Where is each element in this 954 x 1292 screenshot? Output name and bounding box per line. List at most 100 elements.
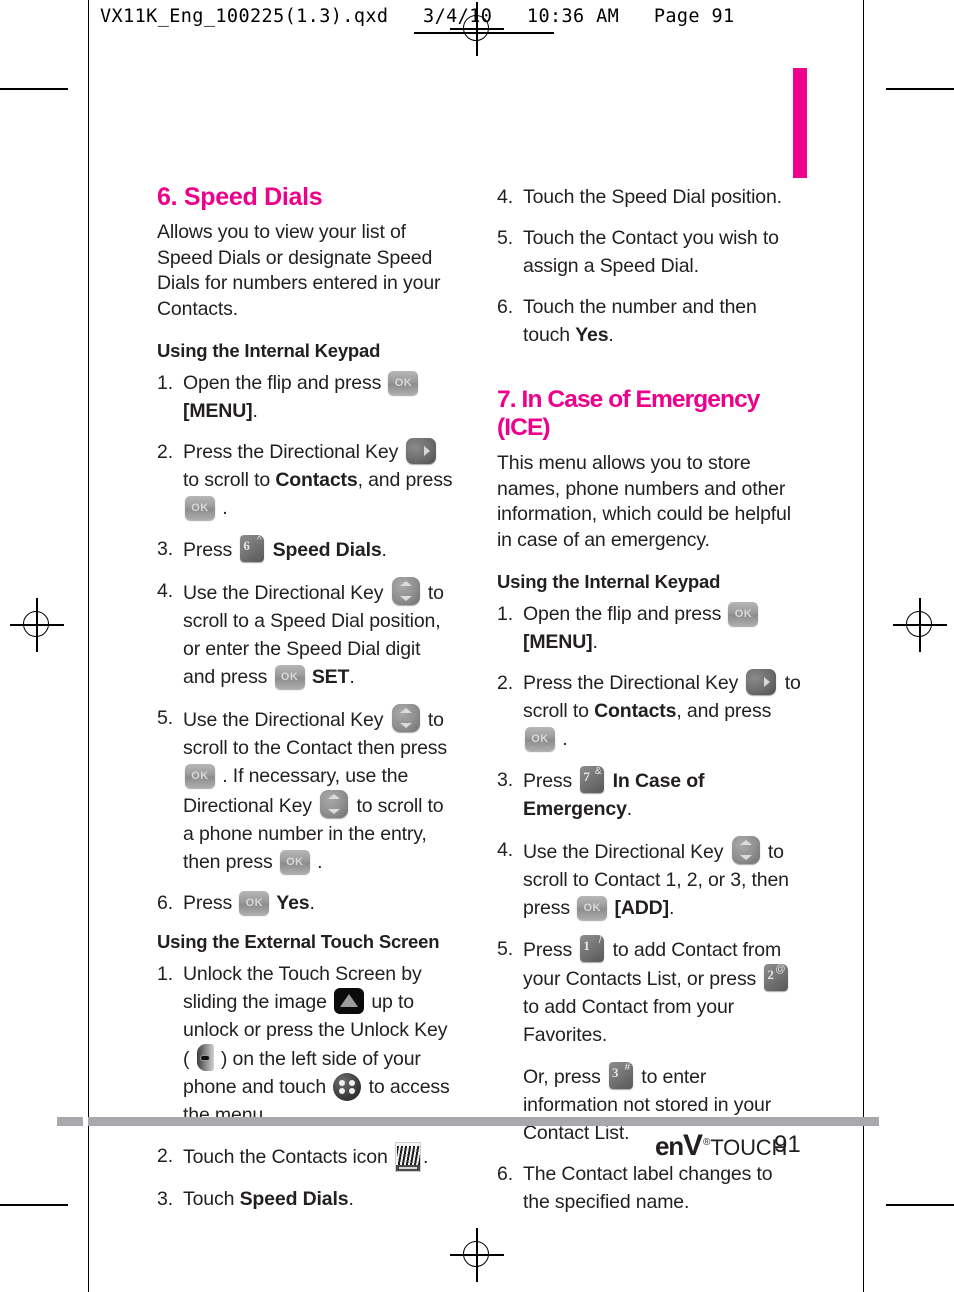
step-item: 3. Touch Speed Dials. [157,1185,455,1213]
step-number: 5. [157,707,173,729]
step-item: 3. Press 6 ^ Speed Dials. [157,535,387,562]
section-heading-ice: 7. In Case of Emergency (ICE) [497,386,760,441]
step-number: 2. [157,441,173,463]
section-heading-speed-dials: 6. Speed Dials [157,183,323,211]
registration-mark-left [10,598,64,652]
step-item: 4. Use the Directional Key to scroll to a… [157,577,455,691]
step-item: 6. Touch the number and then touch Yes. [497,293,802,349]
step-number: 1. [157,372,173,394]
brand-logo-v: V [682,1129,703,1162]
print-header-underline [414,32,554,34]
subheading-internal-keypad: Using the Internal Keypad [157,340,381,361]
directional-key-right-icon [406,438,437,464]
step-number: 4. [497,186,513,208]
step-number: 3. [157,538,173,560]
emphasized-term: Yes [575,324,609,346]
number-key-2-icon: 2 @ [764,964,789,991]
step-number: 1. [157,963,173,985]
step-item: 5. Touch the Contact you wish to assign a… [497,224,802,280]
number-key-7-icon: 7 & [580,766,605,793]
ok-key-icon [525,727,555,751]
steps-speed-dials-touch: 1. Unlock the Touch Screen by sliding the… [157,960,455,1213]
ok-key-icon [185,764,215,788]
left-column: 6. Speed Dials Allows you to view your l… [157,183,455,1226]
unlock-key-icon [196,1044,214,1071]
step-number: 4. [497,839,513,861]
step-item: 6. The Contact label changes to the speci… [497,1160,802,1216]
steps-speed-dials-touch-continued: 4. Touch the Speed Dial position. 5. Touch … [497,183,802,349]
step-number: 3. [157,1188,173,1210]
step-item: 1.Open the flip and press [MENU]. [157,369,455,425]
crop-mark-top-left [0,88,68,90]
steps-speed-dials-keypad: 1.Open the flip and press [MENU]. 2.Press… [157,369,455,917]
directional-key-updown-icon [320,790,349,818]
ok-key-icon [388,371,419,395]
step-item: 4. Touch the Speed Dial position. [497,183,802,211]
emphasized-term: Contacts [594,700,677,722]
directional-key-right-icon [746,669,777,695]
step-item: 2. Press the Directional Key to scroll to… [157,438,455,522]
emphasized-term: [ADD] [609,897,669,919]
number-key-6-icon: 6 ^ [240,535,265,562]
emphasized-term: Contacts [275,469,358,491]
step-item: 1.Open the flip and press [MENU]. [497,600,802,656]
step-item: 2. Touch the Contacts icon . [157,1142,455,1172]
section-intro-speed-dials: Allows you to view your list of Speed Di… [157,221,441,320]
step-number: 6. [497,1163,513,1185]
ok-key-icon [577,896,608,920]
step-item: 3. Press 7 & In Case of Emergency. [497,766,705,820]
crop-mark-top-right [886,88,954,90]
emphasized-term: Speed Dials [239,1188,349,1210]
subheading-internal-keypad-ice: Using the Internal Keypad [497,571,721,592]
crop-mark-bottom-left [0,1204,68,1206]
step-item: 5. Use the Directional Key to scroll to t… [157,704,455,876]
step-item: 4. Use the Directional Key to scroll to C… [497,836,802,922]
right-column: 4. Touch the Speed Dial position. 5. Touch … [497,183,802,1229]
step-number: 6. [497,296,513,318]
ok-key-icon [185,496,215,520]
print-header-text: VX11K_Eng_100225(1.3).qxd 3/4/10 10:36 A… [100,6,735,27]
chapter-edge-tab [793,68,807,178]
directional-key-updown-icon [391,704,420,732]
unlock-slider-up-icon [334,988,365,1014]
emphasized-term: [MENU] [183,400,253,422]
footer-rule-gap [83,1117,88,1126]
number-key-1-icon: 1/ [580,935,605,962]
ok-key-icon [728,602,759,626]
step-number: 1. [497,603,513,625]
emphasized-term: SET [306,666,350,688]
emphasized-term: In Case of Emergency [523,770,705,820]
registration-mark-bottom [450,1228,504,1282]
step-number: 5. [497,938,513,960]
crop-mark-bottom-right [886,1204,954,1206]
ok-key-icon [279,850,310,874]
step-number: 3. [497,769,513,791]
ok-key-icon [239,891,270,915]
footer-rule [57,1117,879,1126]
step-item: 1. Unlock the Touch Screen by sliding the… [157,960,455,1129]
number-key-3-icon: 3 # [609,1062,634,1089]
emphasized-term: [MENU] [523,631,593,653]
brand-logo-en: en [655,1131,684,1161]
step-item: 2. Press the Directional Key to scroll to… [497,669,802,753]
emphasized-term: Speed Dials [267,539,382,561]
step-number: 5. [497,227,513,249]
ok-key-icon [274,665,305,689]
directional-key-updown-icon [391,577,420,605]
step-number: 2. [157,1145,173,1167]
menu-dots-icon [333,1073,362,1101]
step-item: 6.Press Yes. [157,889,455,917]
column-spacer [497,362,802,386]
contacts-icon [394,1142,421,1172]
step-number: 6. [157,892,173,914]
brand-logo: enV®TOUCH [655,1129,787,1163]
page-number: 91 [774,1131,801,1158]
directional-key-updown-icon [731,836,760,864]
registration-mark-right [893,598,947,652]
step-number: 4. [157,580,173,602]
emphasized-term: Yes [271,892,310,914]
section-intro-ice: This menu allows you to store names, pho… [497,452,791,551]
subheading-external-touch-screen: Using the External Touch Screen [157,931,440,952]
step-item: 5. Press 1/ to add Contact from your Cont… [497,935,802,1147]
step-number: 2. [497,672,513,694]
